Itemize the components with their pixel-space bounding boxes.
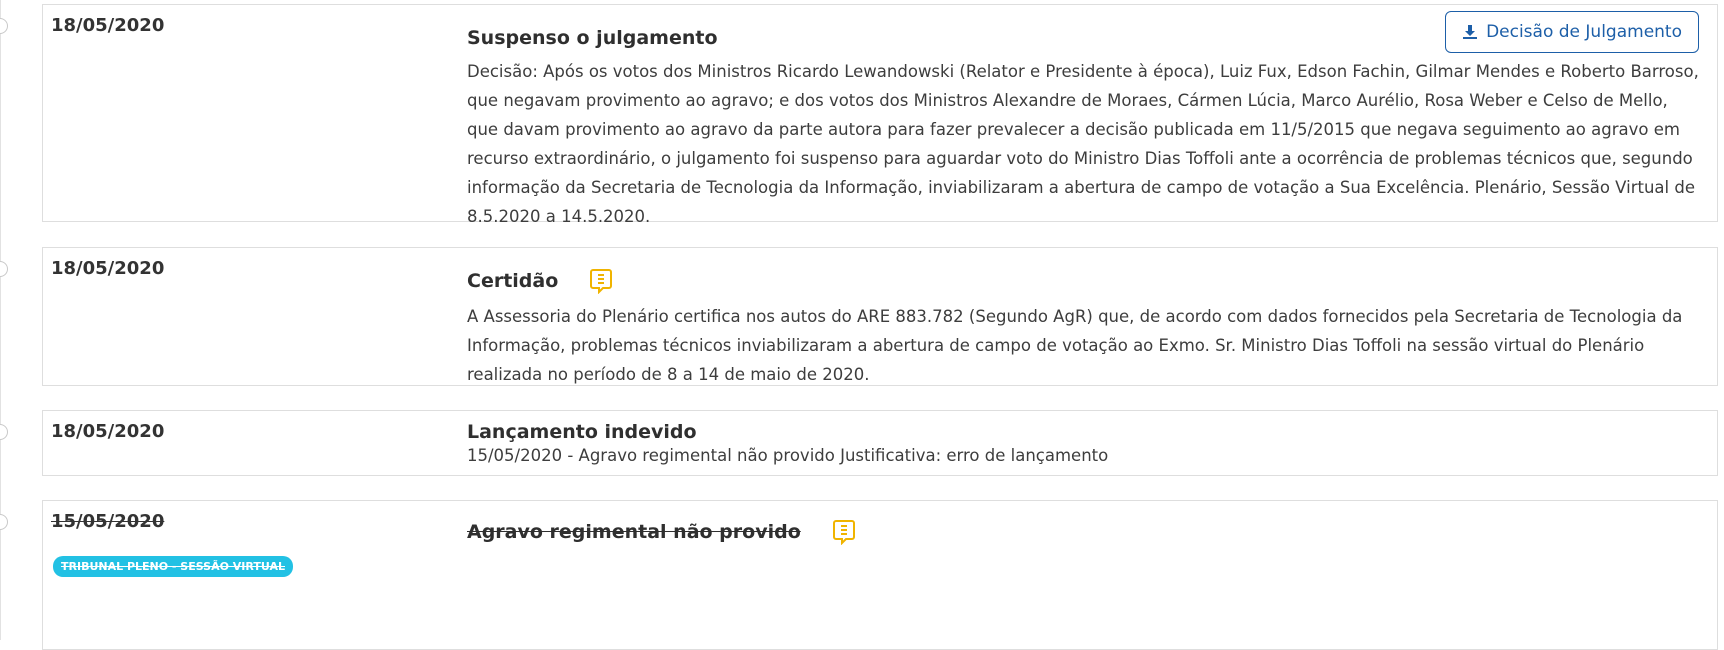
entry-description: 15/05/2020 - Agravo regimental não provi… <box>467 446 1109 465</box>
entry-title: Agravo regimental não provido <box>467 521 801 543</box>
timeline-entry: 15/05/2020 TRIBUNAL PLENO - SESSÃO VIRTU… <box>42 500 1718 650</box>
timeline-dot <box>0 424 8 440</box>
entry-date: 18/05/2020 <box>51 258 165 279</box>
timeline-dot <box>0 18 8 34</box>
session-badge: TRIBUNAL PLENO - SESSÃO VIRTUAL <box>53 556 293 577</box>
entry-description: A Assessoria do Plenário certifica nos a… <box>467 307 1683 384</box>
timeline-entry: 18/05/2020 Lançamento indevido 15/05/202… <box>42 410 1718 476</box>
entry-title: Certidão <box>467 270 559 292</box>
timeline-line <box>0 0 1 640</box>
entry-date: 18/05/2020 <box>51 421 165 442</box>
entry-date: 15/05/2020 <box>51 511 165 532</box>
document-icon[interactable] <box>590 268 613 294</box>
entry-date: 18/05/2020 <box>51 15 165 36</box>
timeline-entry: 18/05/2020 Decisão de Julgamento Suspens… <box>42 4 1718 226</box>
document-icon[interactable] <box>832 519 855 545</box>
timeline-dot <box>0 514 8 530</box>
entry-title: Lançamento indevido <box>467 421 697 443</box>
entry-title: Suspenso o julgamento <box>467 27 718 49</box>
entry-description: Decisão: Após os votos dos Ministros Ric… <box>467 62 1699 226</box>
timeline-entry: 18/05/2020 Certidão A Assessoria do Plen… <box>42 247 1718 386</box>
timeline-dot <box>0 261 8 277</box>
